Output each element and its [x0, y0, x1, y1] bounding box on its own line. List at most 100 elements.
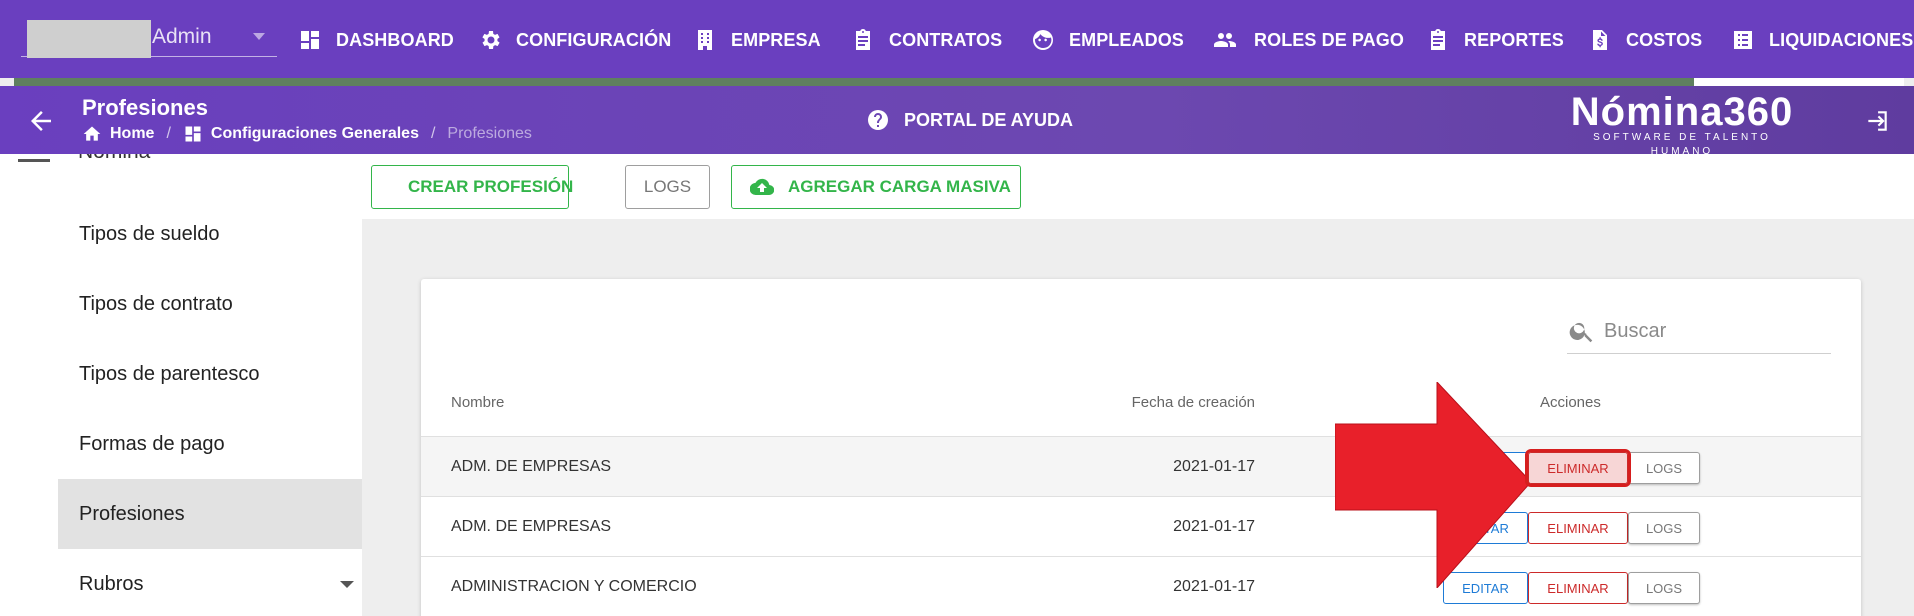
dashboard-icon: [185, 126, 201, 142]
user-selector[interactable]: Admin: [21, 17, 277, 58]
help-label: PORTAL DE AYUDA: [904, 109, 1074, 130]
cell-nombre: ADM. DE EMPRESAS: [451, 518, 612, 535]
breadcrumb-separator: /: [166, 125, 171, 142]
nav-label: COSTOS: [1626, 29, 1703, 50]
breadcrumb: Home / Configuraciones Generales / Profe…: [82, 124, 532, 144]
search-box[interactable]: [1567, 309, 1831, 354]
gear-icon: [482, 31, 500, 49]
nav-label: DASHBOARD: [336, 29, 454, 50]
breadcrumb-configuraciones[interactable]: Configuraciones Generales: [211, 125, 419, 143]
back-button[interactable]: [26, 106, 56, 136]
people-icon: [1214, 33, 1236, 47]
cell-fecha: 2021-01-17: [1173, 578, 1255, 595]
bulk-upload-button[interactable]: AGREGAR CARGA MASIVA: [731, 165, 1021, 209]
table-row: ADM. DE EMPRESAS 2021-01-17 EDITAR ELIMI…: [421, 437, 1861, 497]
search-icon: [1569, 322, 1593, 343]
sidebar: Nómina Tipos de sueldo Tipos de contrato…: [0, 154, 362, 616]
sidebar-item-profesiones[interactable]: Profesiones: [58, 479, 362, 549]
sidebar-item-label: Rubros: [79, 572, 144, 595]
sidebar-item-label: Profesiones: [79, 502, 185, 525]
page-header: Profesiones Home / Configuraciones Gener…: [0, 86, 1914, 157]
sidebar-section-nomina[interactable]: Nómina: [18, 154, 150, 164]
table-row: ADM. DE EMPRESAS 2021-01-17 EDITAR ELIMI…: [421, 497, 1861, 557]
professions-table-card: Nombre Fecha de creación Acciones ADM. D…: [421, 279, 1861, 616]
page-title: Profesiones: [82, 95, 208, 120]
chevron-down-icon: [253, 33, 265, 40]
sidebar-item-label: Tipos de sueldo: [79, 222, 220, 245]
row-logs-label: LOGS: [1645, 520, 1683, 536]
table-row: ADMINISTRACION Y COMERCIO 2021-01-17 EDI…: [421, 557, 1861, 616]
logout-button[interactable]: [1864, 108, 1890, 134]
nav-label: CONTRATOS: [889, 29, 1003, 50]
row-logs-button[interactable]: LOGS: [1628, 512, 1700, 544]
clipboard-icon: [1431, 29, 1445, 50]
breadcrumb-current: Profesiones: [447, 125, 532, 142]
row-logs-button[interactable]: LOGS: [1628, 572, 1700, 604]
nav-label: REPORTES: [1464, 29, 1564, 50]
breadcrumb-separator: /: [430, 125, 436, 142]
nav-label: LIQUIDACIONES: [1769, 29, 1914, 50]
arrow-shape: [1335, 382, 1532, 588]
sidebar-item-label: Tipos de contrato: [79, 292, 233, 315]
column-header-nombre[interactable]: Nombre: [451, 394, 504, 411]
nav-empleados[interactable]: EMPLEADOS: [1031, 24, 1184, 56]
sidebar-item-tipos-de-sueldo[interactable]: Tipos de sueldo: [58, 199, 362, 269]
nav-liquidaciones[interactable]: LIQUIDACIONES: [1731, 24, 1913, 56]
sidebar-item-formas-de-pago[interactable]: Formas de pago: [58, 409, 362, 479]
sidebar-item-label: Formas de pago: [79, 432, 225, 455]
cell-fecha: 2021-01-17: [1173, 458, 1255, 475]
nav-dashboard[interactable]: DASHBOARD: [298, 24, 454, 56]
sidebar-item-rubros[interactable]: Rubros: [58, 549, 362, 616]
help-circle-icon: [868, 110, 888, 130]
sidebar-item-tipos-de-parentesco[interactable]: Tipos de parentesco: [58, 339, 362, 409]
breadcrumb-home[interactable]: Home: [110, 125, 154, 143]
nav-reportes[interactable]: REPORTES: [1426, 24, 1564, 56]
nav-configuracion[interactable]: CONFIGURACIÓN: [478, 24, 671, 56]
sidebar-item-label: Tipos de parentesco: [79, 362, 260, 385]
nav-costos[interactable]: COSTOS: [1588, 24, 1702, 56]
nav-empresa[interactable]: EMPRESA: [693, 24, 821, 56]
list-icon: [1734, 31, 1752, 49]
redacted-avatar: [27, 20, 151, 58]
file-dollar-icon: [1593, 30, 1607, 50]
search-input[interactable]: [1604, 319, 1814, 343]
cell-fecha: 2021-01-17: [1173, 518, 1255, 535]
building-icon: [698, 30, 712, 50]
nav-contratos[interactable]: CONTRATOS: [851, 24, 1002, 56]
delete-button-row-1[interactable]: ELIMINAR: [1525, 449, 1631, 487]
delete-label: ELIMINAR: [1547, 460, 1609, 476]
logout-icon: [1868, 111, 1887, 131]
sidebar-item-tipos-de-contrato[interactable]: Tipos de contrato: [58, 269, 362, 339]
nav-label: CONFIGURACIÓN: [516, 29, 672, 50]
progress-remainder: [1694, 78, 1904, 86]
action-toolbar: CREAR PROFESIÓN LOGS AGREGAR CARGA MASIV…: [362, 154, 1914, 219]
chevron-down-icon: [340, 581, 354, 588]
nav-label: ROLES DE PAGO: [1254, 29, 1404, 50]
top-navigation-bar: Admin DASHBOARD CONFIGURACIÓN EMPRESA CO…: [0, 0, 1914, 78]
row-logs-label: LOGS: [1645, 460, 1683, 476]
sidebar-section-label: Nómina: [78, 154, 150, 164]
arrow-left-icon: [31, 111, 51, 131]
nav-roles-de-pago[interactable]: ROLES DE PAGO: [1210, 24, 1404, 56]
logs-label: LOGS: [643, 177, 692, 196]
dashboard-icon: [301, 31, 319, 49]
create-profession-label: CREAR PROFESIÓN: [408, 177, 574, 196]
bulk-upload-label: AGREGAR CARGA MASIVA: [788, 177, 1011, 196]
logs-button[interactable]: LOGS: [625, 165, 710, 209]
clipboard-icon: [856, 29, 870, 50]
brand-logo: Nómina360 SOFTWARE DE TALENTO HUMANO: [1567, 92, 1797, 159]
annotation-arrow: [1335, 382, 1532, 588]
row-logs-button[interactable]: LOGS: [1628, 452, 1700, 484]
row-logs-label: LOGS: [1645, 580, 1683, 596]
cell-nombre: ADMINISTRACION Y COMERCIO: [451, 578, 697, 595]
create-profession-button[interactable]: CREAR PROFESIÓN: [371, 165, 573, 209]
nav-label: EMPRESA: [731, 29, 821, 50]
list-menu-icon: [18, 154, 50, 163]
home-icon: [83, 126, 101, 141]
face-icon: [1033, 30, 1053, 50]
column-header-fecha[interactable]: Fecha de creación: [1132, 394, 1255, 411]
progress-fill: [14, 78, 1694, 86]
cloud-upload-icon: [750, 178, 774, 196]
user-name: Admin: [152, 25, 212, 48]
help-portal-link[interactable]: PORTAL DE AYUDA: [866, 108, 1073, 132]
